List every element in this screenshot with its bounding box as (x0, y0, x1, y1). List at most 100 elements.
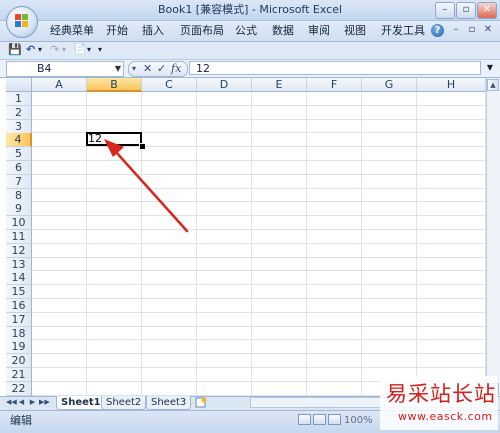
name-box-value: B4 (37, 62, 52, 75)
column-header-c[interactable]: C (142, 78, 197, 92)
workbook-minimize-button[interactable]: – (449, 23, 463, 37)
grid-row-line (32, 242, 486, 244)
row-header-2[interactable]: 2 (6, 105, 32, 120)
last-sheet-icon[interactable]: ▶▶ (39, 397, 50, 408)
sheet-tab-sheet1[interactable]: Sheet1 (56, 396, 106, 410)
insert-function-icon[interactable]: fx (171, 62, 181, 76)
undo-dropdown-icon[interactable]: ▾ (38, 43, 42, 57)
column-header-e[interactable]: E (252, 78, 307, 92)
tab-formulas[interactable]: 公式 (235, 21, 257, 41)
page-break-view-button[interactable] (328, 414, 341, 425)
row-header-14[interactable]: 14 (6, 271, 32, 286)
row-header-12[interactable]: 12 (6, 243, 32, 258)
workbook-close-button[interactable]: ✕ (481, 23, 495, 37)
tab-data[interactable]: 数据 (272, 21, 294, 41)
fill-handle[interactable] (139, 143, 146, 150)
restore-button[interactable]: ▫ (456, 2, 476, 19)
redo-dropdown-icon[interactable]: ▾ (62, 43, 66, 57)
tab-insert[interactable]: 插入 (142, 21, 164, 41)
vertical-scrollbar[interactable] (486, 78, 500, 396)
grid-row-line (32, 270, 486, 272)
insert-sheet-icon[interactable] (194, 397, 208, 408)
help-icon[interactable]: ? (431, 24, 444, 37)
row-header-6[interactable]: 6 (6, 161, 32, 175)
grid-row-line (32, 353, 486, 355)
row-header-18[interactable]: 18 (6, 326, 32, 341)
row-header-15[interactable]: 15 (6, 285, 32, 300)
grid-row-line (32, 173, 486, 175)
row-header-20[interactable]: 20 (6, 354, 32, 369)
next-sheet-icon[interactable]: ▶ (28, 397, 37, 408)
row-header-7[interactable]: 7 (6, 174, 32, 189)
grid-row-line (32, 339, 486, 341)
row-header-21[interactable]: 21 (6, 368, 32, 382)
row-header-19[interactable]: 19 (6, 340, 32, 355)
cancel-icon[interactable]: ✕ (143, 62, 152, 76)
page-layout-view-button[interactable] (313, 414, 326, 425)
column-header-h[interactable]: H (417, 78, 486, 92)
tab-page-layout[interactable]: 页面布局 (180, 21, 224, 41)
sheet-tab-sheet3[interactable]: Sheet3 (146, 396, 192, 410)
watermark-title: 易采站长站 (386, 382, 496, 406)
close-button[interactable]: ✕ (477, 2, 497, 19)
enter-icon[interactable]: ✓ (157, 62, 166, 76)
print-preview-icon[interactable]: 📄 (74, 43, 86, 57)
undo-icon[interactable]: ↶ (26, 43, 35, 57)
print-dropdown-icon[interactable]: ▾ (87, 43, 91, 57)
row-header-13[interactable]: 13 (6, 257, 32, 272)
grid-row-line (32, 325, 486, 327)
row-header-9[interactable]: 9 (6, 202, 32, 217)
name-box[interactable]: B4 ▼ (6, 61, 124, 77)
formula-dropdown-icon[interactable]: ▾ (132, 62, 136, 76)
normal-view-button[interactable] (298, 414, 311, 425)
scroll-up-icon[interactable]: ▲ (487, 79, 499, 91)
cell-b4-value: 12 (88, 132, 102, 145)
grid-column-line (306, 92, 307, 396)
grid-row-line (32, 104, 486, 106)
row-header-3[interactable]: 3 (6, 119, 32, 134)
tab-home[interactable]: 开始 (106, 21, 128, 41)
first-sheet-icon[interactable]: ◀◀ (6, 397, 17, 408)
grid-row-line (32, 311, 486, 313)
expand-formula-bar-icon[interactable]: ▼ (484, 61, 496, 75)
workbook-restore-button[interactable]: ▫ (465, 23, 479, 37)
grid-row-line (32, 284, 486, 286)
column-header-g[interactable]: G (362, 78, 417, 92)
office-button[interactable] (6, 6, 38, 38)
grid-column-line (196, 92, 197, 396)
zoom-level[interactable]: 100% (344, 412, 373, 430)
grid-row-line (32, 201, 486, 203)
row-header-5[interactable]: 5 (6, 147, 32, 162)
column-header-a[interactable]: A (32, 78, 87, 92)
grid-row-line (32, 367, 486, 368)
select-all-corner[interactable] (6, 78, 32, 92)
tab-view[interactable]: 视图 (344, 21, 366, 41)
worksheet-grid[interactable] (6, 78, 486, 396)
row-header-8[interactable]: 8 (6, 188, 32, 203)
row-header-1[interactable]: 1 (6, 92, 32, 106)
tab-classic-menu[interactable]: 经典菜单 (50, 21, 94, 41)
row-header-11[interactable]: 11 (6, 230, 32, 244)
window-title: Book1 [兼容模式] - Microsoft Excel (157, 3, 343, 16)
prev-sheet-icon[interactable]: ◀ (17, 397, 26, 408)
row-header-16[interactable]: 16 (6, 299, 32, 313)
save-icon[interactable]: 💾 (8, 43, 22, 57)
customize-qat-icon[interactable]: ▾ (98, 43, 102, 57)
row-header-17[interactable]: 17 (6, 312, 32, 327)
grid-row-line (32, 256, 486, 258)
tab-developer[interactable]: 开发工具 (381, 21, 425, 41)
row-header-10[interactable]: 10 (6, 216, 32, 231)
minimize-button[interactable]: – (435, 2, 455, 19)
column-header-f[interactable]: F (307, 78, 362, 92)
column-header-d[interactable]: D (197, 78, 252, 92)
sheet-tab-sheet2[interactable]: Sheet2 (101, 396, 147, 410)
chevron-down-icon[interactable]: ▼ (115, 62, 121, 76)
watermark-url: www.easck.com (398, 410, 493, 423)
tab-review[interactable]: 审阅 (308, 21, 330, 41)
redo-icon[interactable]: ↷ (50, 43, 59, 57)
row-header-22[interactable]: 22 (6, 381, 32, 396)
grid-column-line (361, 92, 362, 396)
formula-input[interactable]: 12 (189, 61, 481, 75)
row-header-4[interactable]: 4 (6, 133, 32, 148)
column-header-b[interactable]: B (87, 78, 142, 92)
